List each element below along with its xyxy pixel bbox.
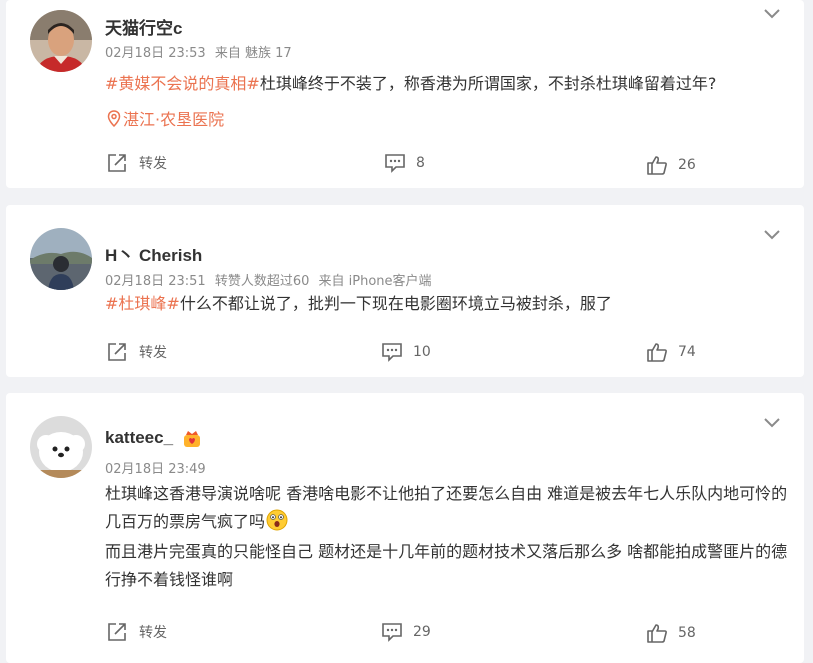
post-text: #杜琪峰#什么不都让说了，批判一下现在电影圈环境立马被封杀，服了 xyxy=(105,290,795,318)
timestamp[interactable]: 02月18日 23:51 xyxy=(105,274,206,289)
post-card: H丶 Cherish 02月18日 23:51 转赞人数超过60 来自 iPho… xyxy=(6,205,804,377)
comment-icon xyxy=(385,154,405,173)
comment-button[interactable]: 8 xyxy=(384,153,425,173)
comment-button[interactable]: 10 xyxy=(381,342,431,362)
post-body: 杜琪峰终于不装了，称香港为所谓国家，不封杀杜琪峰留着过年? xyxy=(259,74,717,93)
like-count: 26 xyxy=(678,157,696,173)
avatar[interactable] xyxy=(30,10,92,72)
like-count: 74 xyxy=(678,344,696,360)
comment-icon xyxy=(382,623,402,642)
post-body-line1: 杜琪峰这香港导演说啥呢 香港啥电影不让他拍了还要怎么自由 难道是被去年七人乐队内… xyxy=(105,484,788,531)
thumbs-up-icon xyxy=(647,156,667,175)
avatar[interactable] xyxy=(30,228,92,290)
source: 来自 魅族 17 xyxy=(214,46,292,61)
comment-button[interactable]: 29 xyxy=(381,622,431,642)
username[interactable]: 天猫行空c xyxy=(105,14,182,39)
post-text: #黄媒不会说的真相#杜琪峰终于不装了，称香港为所谓国家，不封杀杜琪峰留着过年? xyxy=(105,70,795,98)
chevron-down-icon[interactable] xyxy=(762,6,782,20)
repost-button[interactable]: 转发 xyxy=(107,153,167,173)
repost-label: 转发 xyxy=(139,345,167,361)
chevron-down-icon[interactable] xyxy=(762,227,782,241)
avatar[interactable] xyxy=(30,416,92,478)
surprised-emoji-icon xyxy=(266,509,288,531)
location-label: 湛江·农垦医院 xyxy=(123,110,225,129)
comment-count: 10 xyxy=(413,344,431,360)
post-card: 天猫行空c 02月18日 23:53 来自 魅族 17 #黄媒不会说的真相#杜琪… xyxy=(6,0,804,188)
post-body-line2: 而且港片完蛋真的只能怪自己 题材还是十几年前的题材技术又落后那么多 啥都能拍成警… xyxy=(105,542,788,589)
post-meta: 02月18日 23:51 转赞人数超过60 来自 iPhone客户端 xyxy=(105,270,437,289)
chevron-down-icon[interactable] xyxy=(762,415,782,429)
timestamp[interactable]: 02月18日 23:49 xyxy=(105,462,206,477)
username-row: katteec_ xyxy=(105,428,202,448)
member-badge-icon[interactable] xyxy=(182,430,202,448)
post-text: 杜琪峰这香港导演说啥呢 香港啥电影不让他拍了还要怎么自由 难道是被去年七人乐队内… xyxy=(105,480,795,594)
repost-count-note: 转赞人数超过60 xyxy=(214,274,310,289)
username[interactable]: H丶 Cherish xyxy=(105,241,202,266)
location-link[interactable]: 湛江·农垦医院 xyxy=(107,106,224,130)
repost-button[interactable]: 转发 xyxy=(107,342,167,362)
hashtag-link[interactable]: #黄媒不会说的真相# xyxy=(105,74,260,93)
like-button[interactable]: 74 xyxy=(646,342,696,362)
hashtag-link[interactable]: #杜琪峰# xyxy=(105,294,180,313)
thumbs-up-icon xyxy=(647,343,667,362)
repost-icon xyxy=(108,623,126,641)
comment-count: 8 xyxy=(416,155,425,171)
location-pin-icon xyxy=(107,109,121,127)
comment-icon xyxy=(382,343,402,362)
repost-icon xyxy=(108,154,126,172)
post-paragraph: 杜琪峰这香港导演说啥呢 香港啥电影不让他拍了还要怎么自由 难道是被去年七人乐队内… xyxy=(105,480,795,536)
comment-count: 29 xyxy=(413,624,431,640)
repost-button[interactable]: 转发 xyxy=(107,622,167,642)
post-card: katteec_ 02月18日 23:49 杜琪峰这香港导演说啥呢 香港啥电影不… xyxy=(6,393,804,663)
source: 来自 iPhone客户端 xyxy=(318,274,432,289)
timestamp[interactable]: 02月18日 23:53 xyxy=(105,46,206,61)
repost-label: 转发 xyxy=(139,156,167,172)
post-meta: 02月18日 23:53 来自 魅族 17 xyxy=(105,42,297,61)
repost-icon xyxy=(108,343,126,361)
username[interactable]: katteec_ xyxy=(105,428,173,447)
repost-label: 转发 xyxy=(139,625,167,641)
thumbs-up-icon xyxy=(647,624,667,643)
like-button[interactable]: 26 xyxy=(646,155,696,175)
post-body: 什么不都让说了，批判一下现在电影圈环境立马被封杀，服了 xyxy=(179,294,612,313)
like-count: 58 xyxy=(678,625,696,641)
like-button[interactable]: 58 xyxy=(646,623,696,643)
post-meta: 02月18日 23:49 xyxy=(105,458,211,477)
post-paragraph: 而且港片完蛋真的只能怪自己 题材还是十几年前的题材技术又落后那么多 啥都能拍成警… xyxy=(105,538,795,594)
